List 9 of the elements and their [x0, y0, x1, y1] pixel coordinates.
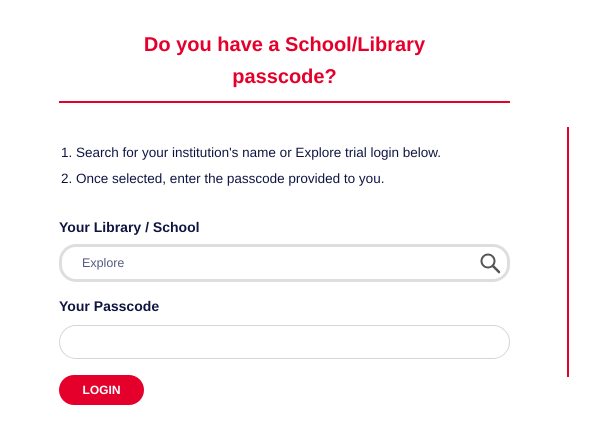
library-field[interactable]: Explore [59, 244, 510, 282]
instruction-text: 1. Search for your institution's name or Explore trial login below. [60, 144, 442, 161]
instruction-text: 2. Once selected, enter the passcode provided to you. [60, 170, 386, 187]
passcode-field[interactable] [59, 325, 510, 359]
field-label: Your Library / School [59, 219, 201, 236]
field-label: Your Passcode [59, 298, 160, 315]
search-icon[interactable] [479, 252, 501, 274]
login-button[interactable]: LOGIN [59, 375, 144, 405]
heading: Do you have a School/Library passcode? [142, 33, 426, 90]
